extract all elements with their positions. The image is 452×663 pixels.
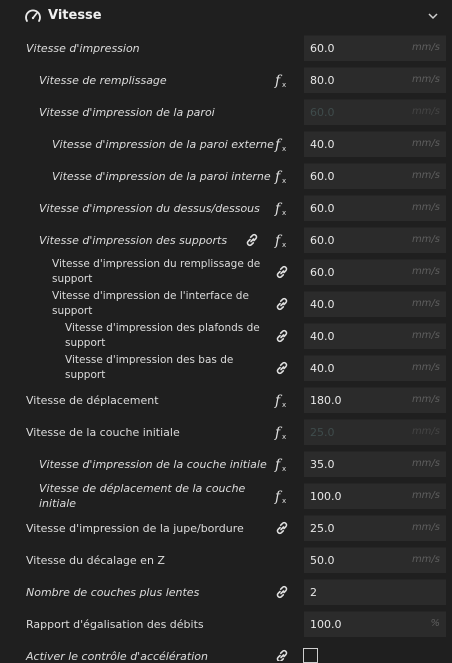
setting-row-top-bottom-speed: Vitesse d'impression du dessus/dessous f…: [0, 192, 452, 224]
setting-label: Vitesse d'impression de la paroi: [39, 105, 215, 119]
setting-label: Vitesse du décalage en Z: [26, 553, 165, 567]
svg-text:x: x: [282, 433, 286, 440]
setting-label: Vitesse de déplacement de la couche init…: [39, 482, 246, 510]
setting-label: Vitesse de déplacement: [26, 393, 159, 407]
svg-text:x: x: [282, 497, 286, 504]
setting-label: Vitesse de la couche initiale: [26, 425, 180, 439]
setting-row-outer-wall-speed: Vitesse d'impression de la paroi externe…: [0, 128, 452, 160]
top-bottom-speed-field[interactable]: 60.0 mm/s: [304, 195, 446, 221]
setting-row-print-speed: Vitesse d'impression 60.0 mm/s: [0, 32, 452, 64]
setting-label-line2: support: [65, 337, 106, 349]
svg-text:x: x: [282, 81, 286, 88]
initial-layer-travel-speed-field[interactable]: 100.0 mm/s: [304, 483, 446, 509]
setting-row-initial-layer-travel-speed: Vitesse de déplacement de la couche init…: [0, 480, 452, 512]
setting-row-inner-wall-speed: Vitesse d'impression de la paroi interne…: [0, 160, 452, 192]
support-speed-field[interactable]: 60.0 mm/s: [304, 227, 446, 253]
flow-equalization-field[interactable]: 100.0%: [304, 611, 446, 637]
print-speed-field[interactable]: 60.0 mm/s: [304, 35, 446, 61]
gauge-icon: [25, 9, 41, 22]
section-title: Vitesse: [48, 8, 102, 23]
travel-speed-field[interactable]: 180.0 mm/s: [304, 387, 446, 413]
initial-layer-speed-field[interactable]: 25.0 mm/s: [304, 419, 446, 445]
setting-label: Vitesse d'impression de la couche initia…: [39, 457, 267, 471]
function-icon[interactable]: fx: [274, 200, 290, 216]
link-icon[interactable]: [274, 360, 290, 376]
function-icon[interactable]: fx: [274, 424, 290, 440]
setting-row-slower-layers: Nombre de couches plus lentes 2: [0, 576, 452, 608]
setting-label-line2: support: [52, 273, 93, 285]
svg-text:x: x: [282, 209, 286, 216]
function-icon[interactable]: fx: [274, 488, 290, 504]
setting-label: Activer le contrôle d'accélération: [26, 649, 208, 662]
setting-label: Vitesse de remplissage: [39, 73, 167, 87]
link-icon[interactable]: [274, 520, 290, 536]
svg-text:x: x: [282, 145, 286, 152]
svg-text:x: x: [282, 177, 286, 184]
function-icon[interactable]: fx: [274, 232, 290, 248]
inner-wall-speed-field[interactable]: 60.0 mm/s: [304, 163, 446, 189]
setting-row-support-speed: Vitesse d'impression des supports fx 60.…: [0, 224, 452, 256]
function-icon[interactable]: fx: [274, 456, 290, 472]
setting-row-flow-equalization: Rapport d'égalisation des débits 100.0%: [0, 608, 452, 640]
setting-label: Vitesse d'impression de la paroi interne: [52, 169, 271, 183]
link-icon[interactable]: [274, 648, 290, 661]
chevron-down-icon[interactable]: [426, 9, 440, 23]
support-infill-speed-field[interactable]: 60.0 mm/s: [304, 259, 446, 285]
svg-text:x: x: [282, 241, 286, 248]
initial-layer-print-speed-field[interactable]: 35.0 mm/s: [304, 451, 446, 477]
link-icon[interactable]: [274, 264, 290, 280]
link-icon[interactable]: [274, 328, 290, 344]
setting-row-initial-layer-speed: Vitesse de la couche initiale fx 25.0 mm/…: [0, 416, 452, 448]
z-hop-speed-field[interactable]: 50.0 mm/s: [304, 547, 446, 573]
link-icon[interactable]: [244, 232, 260, 248]
function-icon[interactable]: fx: [274, 72, 290, 88]
function-icon[interactable]: fx: [274, 136, 290, 152]
setting-row-wall-speed: Vitesse d'impression de la paroi 60.0 mm/…: [0, 96, 452, 128]
setting-row-skirt-brim-speed: Vitesse d'impression de la jupe/bordure …: [0, 512, 452, 544]
setting-label-line2: support: [52, 305, 93, 317]
setting-label: Vitesse d'impression de la jupe/bordure: [26, 521, 244, 535]
svg-text:x: x: [282, 465, 286, 472]
setting-row-support-infill-speed: Vitesse d'impression du remplissage de su…: [0, 256, 452, 288]
setting-label: Rapport d'égalisation des débits: [26, 617, 204, 631]
setting-row-z-hop-speed: Vitesse du décalage en Z 50.0 mm/s: [0, 544, 452, 576]
setting-row-support-bottom-speed: Vitesse d'impression des bas de support 4…: [0, 352, 452, 384]
function-icon[interactable]: fx: [274, 168, 290, 184]
setting-row-infill-speed: Vitesse de remplissage fx 80.0 mm/s: [0, 64, 452, 96]
setting-label: Vitesse d'impression du dessus/dessous: [39, 201, 260, 215]
setting-row-acceleration-control: Activer le contrôle d'accélération: [0, 640, 452, 661]
setting-label: Vitesse d'impression: [26, 41, 140, 55]
support-interface-speed-field[interactable]: 40.0 mm/s: [304, 291, 446, 317]
link-icon[interactable]: [274, 296, 290, 312]
setting-row-support-interface-speed: Vitesse d'impression de l'interface de su…: [0, 288, 452, 320]
svg-text:x: x: [282, 401, 286, 408]
link-icon[interactable]: [274, 584, 290, 600]
setting-row-travel-speed: Vitesse de déplacement fx 180.0 mm/s: [0, 384, 452, 416]
setting-label-line1: Vitesse d'impression des bas de: [65, 354, 234, 366]
setting-label: Vitesse d'impression des supports: [39, 233, 228, 247]
infill-speed-field[interactable]: 80.0 mm/s: [304, 67, 446, 93]
support-bottom-speed-field[interactable]: 40.0 mm/s: [304, 355, 446, 381]
setting-label-line1: Vitesse d'impression des plafonds de: [65, 322, 260, 334]
wall-speed-field[interactable]: 60.0 mm/s: [304, 99, 446, 125]
section-header-speed[interactable]: Vitesse: [0, 0, 452, 32]
function-icon[interactable]: fx: [274, 392, 290, 408]
setting-row-support-roof-speed: Vitesse d'impression des plafonds de supp…: [0, 320, 452, 352]
setting-label: Nombre de couches plus lentes: [26, 585, 200, 599]
setting-row-initial-layer-print-speed: Vitesse d'impression de la couche initia…: [0, 448, 452, 480]
setting-label-line1: Vitesse d'impression du remplissage de: [52, 258, 261, 270]
outer-wall-speed-field[interactable]: 40.0 mm/s: [304, 131, 446, 157]
support-roof-speed-field[interactable]: 40.0 mm/s: [304, 323, 446, 349]
setting-label: Vitesse d'impression de la paroi externe: [52, 137, 274, 151]
setting-label-line1: Vitesse d'impression de l'interface de: [52, 290, 249, 302]
setting-label-line2: support: [65, 369, 106, 381]
slower-layers-field[interactable]: 2: [304, 579, 446, 605]
skirt-brim-speed-field[interactable]: 25.0 mm/s: [304, 515, 446, 541]
